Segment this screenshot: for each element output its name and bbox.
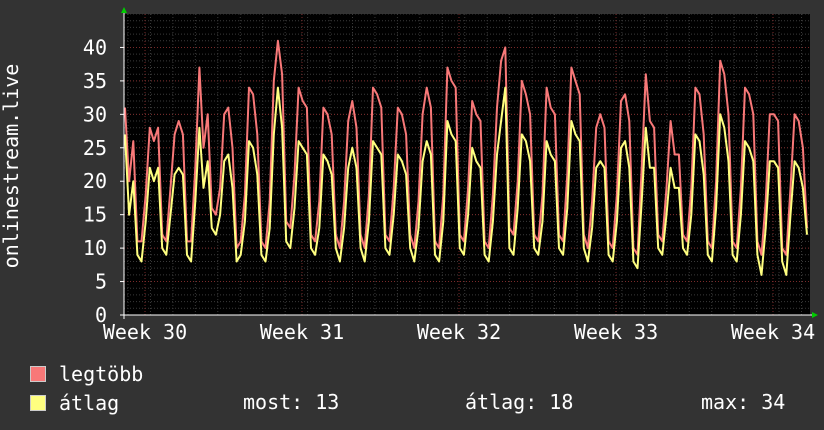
legend-swatch-avg — [30, 395, 46, 411]
x-tick-label: Week 32 — [417, 320, 501, 344]
x-tick-label: Week 33 — [574, 320, 658, 344]
y-tick-label: 10 — [83, 236, 107, 260]
y-tick-labels: 0510152025303540 — [83, 35, 107, 327]
legend-swatch-max — [30, 366, 46, 382]
y-tick-label: 25 — [83, 136, 107, 160]
y-tick-label: 30 — [83, 102, 107, 126]
stat-average: átlag: 18 — [465, 390, 574, 414]
stat-maximum: max: 34 — [701, 390, 786, 414]
x-tick-labels: Week 30 Week 31 Week 32 Week 33 Week 34 — [103, 320, 815, 344]
chart-image: 0 5 10 15 20 25 30 35 40 Week 30 Week 31 Week 32 We… — [0, 0, 824, 430]
y-axis-arrow — [121, 7, 127, 13]
y-tick-label: 40 — [83, 35, 107, 59]
x-tick-label: Week 34 — [731, 320, 815, 344]
y-tick-label: 35 — [83, 69, 107, 93]
x-tick-label: Week 30 — [103, 320, 187, 344]
plot-area — [124, 14, 810, 315]
legend-item-max: legtöbb — [30, 361, 143, 387]
y-axis-label: onlinestream.live — [0, 64, 23, 269]
legend-label-avg: átlag — [59, 391, 120, 415]
legend-label-max: legtöbb — [59, 362, 144, 386]
y-tick-label: 5 — [95, 270, 107, 294]
x-axis-arrow — [812, 312, 818, 318]
stat-current: most: 13 — [243, 390, 340, 414]
y-tick-label: 15 — [83, 203, 107, 227]
legend-item-avg: átlag — [30, 390, 119, 416]
y-tick-label: 20 — [83, 169, 107, 193]
x-tick-label: Week 31 — [260, 320, 344, 344]
line-chart: 0510152025303540 Week 30 Week 31 Week 32 We… — [0, 7, 818, 344]
